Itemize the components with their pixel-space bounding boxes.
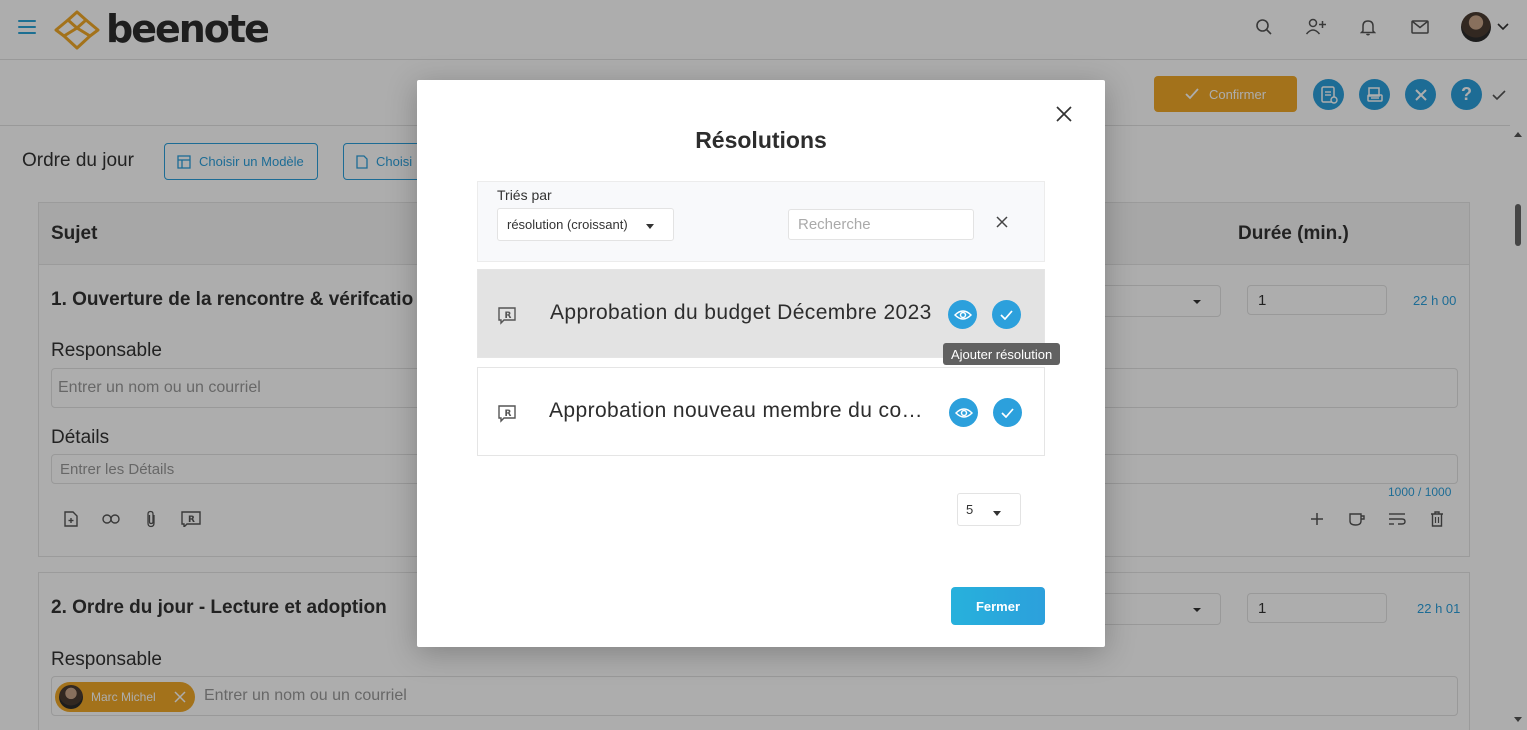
- modal-title: Résolutions: [695, 127, 827, 153]
- sort-select[interactable]: résolution (croissant): [497, 208, 674, 241]
- page-size-select[interactable]: 5: [957, 493, 1021, 526]
- add-resolution-check-icon[interactable]: [993, 398, 1022, 427]
- caret-down-icon: [993, 511, 1001, 516]
- sort-label: Triés par: [497, 187, 552, 203]
- resolution-icon: R: [498, 405, 516, 423]
- view-icon[interactable]: [949, 398, 978, 427]
- modal-close-icon[interactable]: [1054, 104, 1074, 124]
- filter-panel: Triés par résolution (croissant): [477, 181, 1045, 262]
- resolution-card[interactable]: R Approbation nouveau membre du conseil: [477, 367, 1045, 456]
- svg-text:R: R: [505, 311, 512, 321]
- close-button[interactable]: Fermer: [951, 587, 1045, 625]
- resolution-title: Approbation nouveau membre du conseil: [549, 399, 933, 422]
- tooltip: Ajouter résolution: [943, 343, 1061, 365]
- add-resolution-check-icon[interactable]: [992, 300, 1021, 329]
- svg-text:R: R: [505, 409, 512, 419]
- sort-value: résolution (croissant): [507, 217, 628, 232]
- caret-down-icon: [646, 224, 654, 229]
- resolution-icon: R: [498, 307, 516, 325]
- clear-filter-icon[interactable]: [995, 215, 1009, 229]
- view-icon[interactable]: [948, 300, 977, 329]
- search-input[interactable]: [788, 209, 974, 240]
- resolutions-modal: Résolutions Triés par résolution (croiss…: [417, 80, 1105, 647]
- page-size-value: 5: [966, 502, 974, 517]
- resolution-title: Approbation du budget Décembre 2023: [550, 301, 932, 324]
